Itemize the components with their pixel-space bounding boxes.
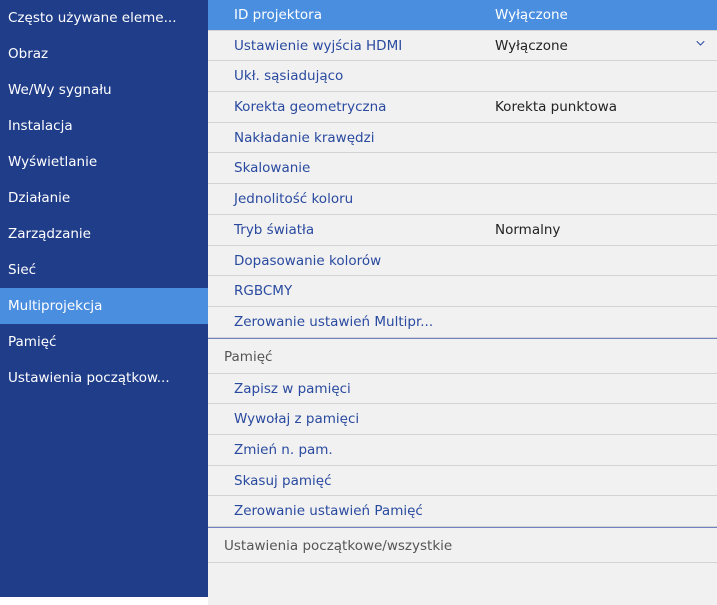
setting-value: Normalny xyxy=(495,221,561,238)
setting-label: Dopasowanie kolorów xyxy=(234,252,382,269)
setting-value: Wyłączone xyxy=(495,7,568,23)
setting-label: Skalowanie xyxy=(234,160,311,177)
sidebar-item-memory[interactable]: Pamięć xyxy=(0,324,208,360)
setting-row-save-memory[interactable]: Zapisz w pamięci xyxy=(208,374,717,405)
setting-label: Zerowanie ustawień Pamięć xyxy=(234,503,423,520)
section-header-memory: Pamięć xyxy=(208,337,717,374)
sidebar-item-network[interactable]: Sieć xyxy=(0,252,208,288)
sidebar-item-initial-settings[interactable]: Ustawienia początkow... xyxy=(0,360,208,396)
setting-label: Wywołaj z pamięci xyxy=(234,411,360,428)
sidebar-item-signal-io[interactable]: We/Wy sygnału xyxy=(0,72,208,108)
sidebar-item-image[interactable]: Obraz xyxy=(0,36,208,72)
setting-row-reset-memory[interactable]: Zerowanie ustawień Pamięć xyxy=(208,496,717,527)
setting-label: Skasuj pamięć xyxy=(234,472,332,489)
setting-label: Zmień n. pam. xyxy=(234,441,333,458)
projector-menu-screen: Często używane eleme... Obraz We/Wy sygn… xyxy=(0,0,717,605)
setting-row-tiling[interactable]: Ukł. sąsiadująco xyxy=(208,61,717,93)
setting-row-geometry-correction[interactable]: Korekta geometryczna Korekta punktowa xyxy=(208,92,717,123)
sidebar-item-frequently-used[interactable]: Często używane eleme... xyxy=(0,0,208,36)
sidebar-item-display[interactable]: Wyświetlanie xyxy=(0,144,208,180)
setting-label: Korekta geometryczna xyxy=(234,99,387,116)
sidebar-item-multi-projection[interactable]: Multiprojekcja xyxy=(0,288,208,324)
setting-row-edge-blending[interactable]: Nakładanie krawędzi xyxy=(208,123,717,154)
chevron-down-icon[interactable] xyxy=(696,39,705,48)
setting-label: Ustawienie wyjścia HDMI xyxy=(234,37,403,54)
section-header-initial-settings: Ustawienia początkowe/wszystkie xyxy=(208,527,717,563)
setting-value: Wyłączone xyxy=(495,37,568,54)
settings-panel: ID projektora Wyłączone Ustawienie wyjśc… xyxy=(208,0,717,605)
sidebar-item-installation[interactable]: Instalacja xyxy=(0,108,208,144)
setting-row-reset-multiprojection[interactable]: Zerowanie ustawień Multipr... xyxy=(208,307,717,338)
setting-row-rename-memory[interactable]: Zmień n. pam. xyxy=(208,435,717,466)
setting-row-scaling[interactable]: Skalowanie xyxy=(208,153,717,185)
setting-label: Tryb światła xyxy=(234,221,315,238)
setting-label: Ukł. sąsiadująco xyxy=(234,68,344,85)
setting-label: Zapisz w pamięci xyxy=(234,380,351,397)
setting-row-erase-memory[interactable]: Skasuj pamięć xyxy=(208,466,717,497)
setting-row-light-mode[interactable]: Tryb światła Normalny xyxy=(208,215,717,246)
setting-label: Zerowanie ustawień Multipr... xyxy=(234,313,434,330)
setting-label: ID projektora xyxy=(234,7,323,23)
setting-label: RGBCMY xyxy=(234,283,293,300)
menu-sidebar: Często używane eleme... Obraz We/Wy sygn… xyxy=(0,0,208,597)
setting-row-hdmi-output[interactable]: Ustawienie wyjścia HDMI Wyłączone xyxy=(208,31,717,62)
setting-row-load-memory[interactable]: Wywołaj z pamięci xyxy=(208,404,717,435)
setting-row-rgbcmy[interactable]: RGBCMY xyxy=(208,276,717,307)
sidebar-item-operation[interactable]: Działanie xyxy=(0,180,208,216)
setting-row-color-uniformity[interactable]: Jednolitość koloru xyxy=(208,184,717,215)
setting-row-color-matching[interactable]: Dopasowanie kolorów xyxy=(208,246,717,277)
setting-label: Nakładanie krawędzi xyxy=(234,129,375,146)
setting-label: Jednolitość koloru xyxy=(234,191,354,208)
setting-value: Korekta punktowa xyxy=(495,99,618,116)
sidebar-item-management[interactable]: Zarządzanie xyxy=(0,216,208,252)
setting-row-projector-id[interactable]: ID projektora Wyłączone xyxy=(208,0,717,31)
